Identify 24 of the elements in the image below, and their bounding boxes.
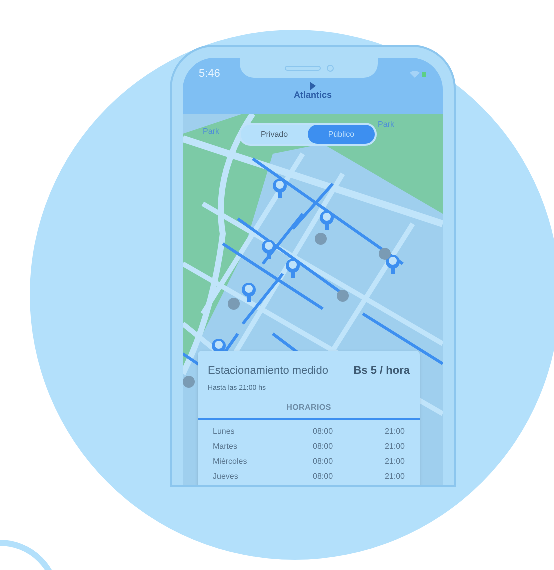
day-cell-text: Martes xyxy=(213,441,238,453)
card-title: Estacionamiento medido xyxy=(208,364,328,379)
time-cell-text: 08:00 xyxy=(313,426,334,438)
speaker-icon xyxy=(284,66,320,70)
section-header: HORARIOS xyxy=(198,402,420,420)
map-label: Park xyxy=(203,126,220,138)
time-cell-text: 21:00 xyxy=(384,426,405,438)
time-cell-text: 08:00 xyxy=(313,471,334,483)
wifi-icon xyxy=(409,70,427,78)
time-cell-text: 08:00 xyxy=(313,456,334,468)
status-time: 5:46 xyxy=(199,66,220,82)
segment-tab[interactable]: Privado xyxy=(241,125,308,144)
day-cell-text: Miércoles xyxy=(213,456,248,468)
day-cell-text: Lunes xyxy=(213,426,236,438)
price-text: Bs 5 / hora xyxy=(354,364,410,379)
time-cell-text: 08:00 xyxy=(313,441,334,453)
map-label: Park xyxy=(378,119,394,131)
time-cell-text: 21:00 xyxy=(384,471,405,483)
logo-icon xyxy=(308,82,317,91)
app-logo: Atlantics xyxy=(294,91,332,100)
time-cell-text: 21:00 xyxy=(384,441,405,453)
day-cell-text: Jueves xyxy=(213,471,240,483)
time-cell-text: 21:00 xyxy=(384,456,405,468)
camera-icon xyxy=(326,64,334,72)
